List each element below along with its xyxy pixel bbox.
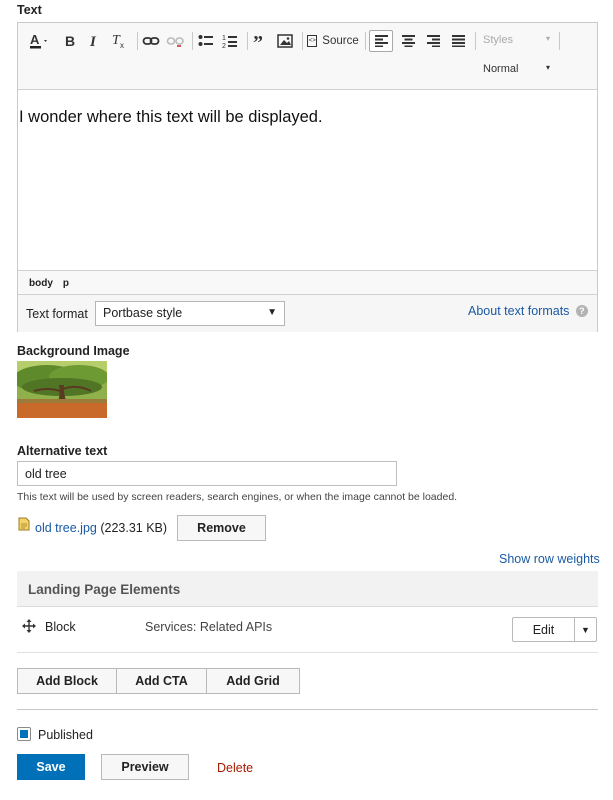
- numbered-list-icon[interactable]: 12: [219, 30, 241, 52]
- svg-text:B: B: [65, 33, 75, 49]
- source-button[interactable]: <> Source: [305, 30, 361, 52]
- svg-text:A: A: [30, 32, 40, 47]
- save-button[interactable]: Save: [17, 754, 85, 780]
- text-format-value: Portbase style: [103, 306, 183, 320]
- published-label: Published: [38, 728, 93, 742]
- link-icon[interactable]: [140, 30, 162, 52]
- add-grid-button[interactable]: Add Grid: [206, 668, 300, 694]
- about-text-formats-link[interactable]: About text formats ?: [468, 304, 588, 318]
- text-format-select[interactable]: Portbase style ▼: [95, 301, 285, 326]
- file-info: old tree.jpg (223.31 KB): [35, 521, 167, 535]
- checkbox-check-icon: [20, 730, 28, 738]
- text-color-icon[interactable]: A: [28, 30, 52, 52]
- styles-label: Styles: [483, 34, 513, 46]
- justify-icon[interactable]: [446, 30, 470, 52]
- remove-format-icon[interactable]: Tx: [108, 30, 130, 52]
- align-right-icon[interactable]: [421, 30, 445, 52]
- chevron-down-icon: ▾: [546, 34, 551, 43]
- background-image-label: Background Image: [17, 344, 130, 358]
- svg-text:x: x: [120, 41, 124, 50]
- text-format-row: Text format Portbase style ▼ About text …: [18, 295, 597, 332]
- styles-dropdown[interactable]: Styles ▾: [483, 34, 553, 46]
- svg-text:2: 2: [222, 43, 226, 49]
- add-cta-button[interactable]: Add CTA: [116, 668, 207, 694]
- add-block-button[interactable]: Add Block: [17, 668, 117, 694]
- alt-text-label: Alternative text: [17, 444, 108, 458]
- text-format-label: Text format: [26, 307, 88, 321]
- landing-elements-header: Landing Page Elements: [17, 571, 598, 607]
- divider: [17, 709, 598, 710]
- rich-text-editor: A B I Tx 12 ” <> Source Styles ▾ Normal …: [17, 22, 598, 332]
- path-item-body[interactable]: body: [29, 278, 53, 289]
- text-field-label: Text: [17, 3, 42, 17]
- caret-down-icon: ▼: [581, 624, 590, 635]
- delete-link[interactable]: Delete: [217, 761, 253, 775]
- edit-button[interactable]: Edit: [512, 617, 575, 642]
- chevron-down-icon: ▾: [546, 63, 551, 72]
- unlink-icon[interactable]: [164, 30, 186, 52]
- row-type: Block: [45, 620, 76, 634]
- format-dropdown[interactable]: Normal ▾: [483, 63, 553, 75]
- format-label: Normal: [483, 63, 519, 75]
- svg-text:I: I: [89, 34, 97, 49]
- align-center-icon[interactable]: [396, 30, 420, 52]
- italic-icon[interactable]: I: [84, 30, 104, 52]
- file-icon: [18, 517, 30, 536]
- bold-icon[interactable]: B: [60, 30, 80, 52]
- editor-toolbar: A B I Tx 12 ” <> Source Styles ▾ Normal …: [18, 23, 597, 90]
- editor-content[interactable]: I wonder where this text will be display…: [18, 90, 597, 270]
- preview-button[interactable]: Preview: [101, 754, 189, 780]
- svg-text:1: 1: [222, 35, 226, 42]
- show-row-weights-link[interactable]: Show row weights: [499, 552, 600, 566]
- file-link[interactable]: old tree.jpg: [35, 521, 97, 535]
- drag-handle-icon[interactable]: [22, 619, 36, 638]
- edit-dropdown-toggle[interactable]: ▼: [574, 617, 597, 642]
- element-path: body p: [18, 270, 597, 295]
- table-row: Block Services: Related APIs Edit ▼: [17, 608, 598, 653]
- help-icon: ?: [575, 305, 588, 317]
- file-size: (223.31 KB): [100, 521, 168, 535]
- svg-text:”: ”: [253, 34, 263, 48]
- background-image-thumbnail: [17, 361, 107, 418]
- remove-file-button[interactable]: Remove: [177, 515, 266, 541]
- caret-down-icon: ▼: [267, 307, 277, 318]
- alt-text-help: This text will be used by screen readers…: [17, 491, 458, 503]
- path-item-p[interactable]: p: [63, 278, 69, 289]
- alt-text-input[interactable]: old tree: [17, 461, 397, 486]
- source-label: Source: [322, 35, 359, 47]
- image-icon[interactable]: [274, 30, 296, 52]
- align-left-icon[interactable]: [369, 30, 393, 52]
- landing-elements-title: Landing Page Elements: [28, 582, 181, 597]
- published-checkbox[interactable]: [17, 727, 31, 741]
- blockquote-icon[interactable]: ”: [250, 30, 272, 52]
- source-icon: <>: [307, 35, 318, 47]
- row-summary: Services: Related APIs: [145, 620, 273, 634]
- about-text-formats-label: About text formats: [468, 304, 570, 318]
- bulleted-list-icon[interactable]: [195, 30, 217, 52]
